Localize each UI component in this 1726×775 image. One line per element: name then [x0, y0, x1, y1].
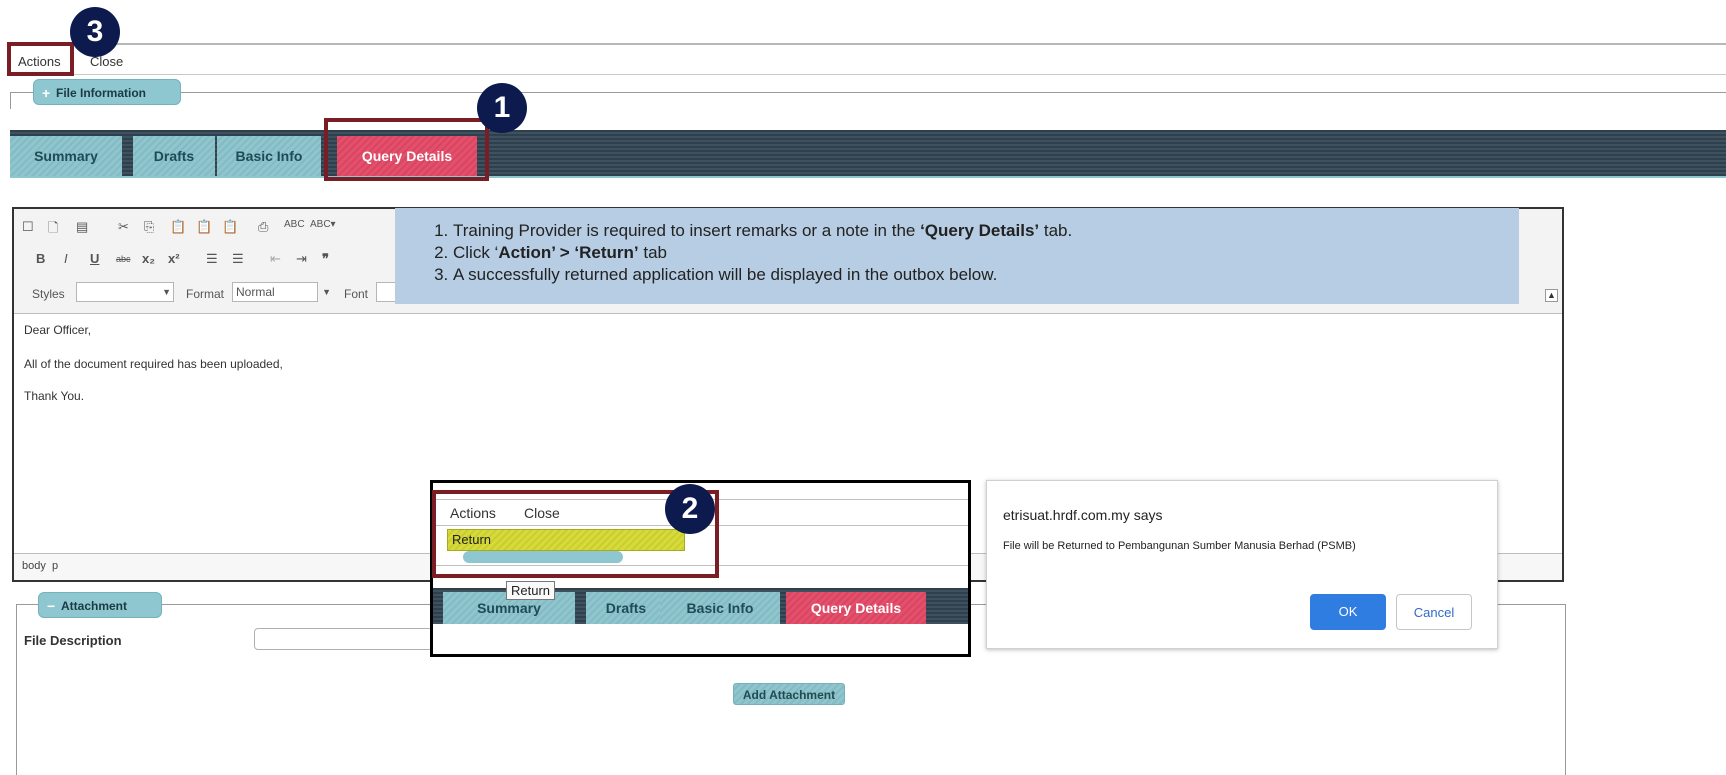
paste-text-icon[interactable]: 📋: [196, 219, 212, 235]
file-description-input[interactable]: [254, 628, 434, 650]
template-icon[interactable]: ▤: [76, 219, 88, 235]
tab-basic-info[interactable]: Basic Info: [217, 136, 321, 176]
path-body[interactable]: body: [22, 560, 46, 572]
highlight-actions: [7, 42, 74, 76]
highlight-query-details: [324, 118, 489, 181]
subscript-icon[interactable]: x₂: [142, 251, 155, 266]
editor-line-2[interactable]: All of the document required has been up…: [24, 357, 283, 371]
add-attachment-button[interactable]: Add Attachment: [733, 683, 845, 705]
instruction-list: Training Provider is required to insert …: [395, 208, 1519, 286]
numbered-list-icon[interactable]: ☰: [206, 251, 218, 267]
instruction-1: Training Provider is required to insert …: [453, 220, 1519, 242]
step-badge-2: 2: [665, 484, 715, 534]
tab-bar: Summary Drafts Basic Info Query Details: [10, 130, 1726, 176]
indent-icon[interactable]: ⇥: [296, 251, 307, 267]
italic-icon[interactable]: I: [64, 251, 68, 266]
dialog-message: File will be Returned to Pembangunan Sum…: [1003, 540, 1356, 552]
instruction-3: A successfully returned application will…: [453, 264, 1519, 286]
instruction-2: Click ‘Action’ > ‘Return’ tab: [453, 242, 1519, 264]
chevron-down-icon: ▼: [162, 287, 171, 297]
print-icon[interactable]: ⎙: [258, 219, 268, 235]
styles-label: Styles: [32, 287, 65, 301]
source-icon[interactable]: ☐: [22, 219, 34, 235]
preview-icon[interactable]: 🗋: [48, 219, 58, 241]
inset-tab-basic-info[interactable]: Basic Info: [660, 592, 780, 624]
confirm-dialog: etrisuat.hrdf.com.my says File will be R…: [986, 480, 1498, 649]
strikethrough-icon[interactable]: abc: [116, 254, 131, 264]
minus-icon: −: [47, 598, 56, 614]
paste-word-icon[interactable]: 📋: [222, 219, 238, 235]
underline-icon[interactable]: U: [90, 251, 99, 266]
bold-icon[interactable]: B: [36, 251, 45, 266]
inset-tab-drafts[interactable]: Drafts: [586, 592, 666, 624]
copy-icon[interactable]: ⎘: [144, 219, 154, 235]
instruction-callout: Training Provider is required to insert …: [395, 208, 1519, 304]
paste-icon[interactable]: 📋: [170, 219, 186, 235]
plus-icon: +: [42, 85, 51, 101]
bullet-list-icon[interactable]: ☰: [232, 251, 244, 267]
tab-drafts[interactable]: Drafts: [133, 136, 215, 176]
spellcheck-dropdown-icon[interactable]: ABC▾: [310, 219, 336, 230]
tab-underline: [10, 176, 1726, 178]
font-label: Font: [344, 287, 369, 301]
outdent-icon[interactable]: ⇤: [270, 251, 281, 267]
file-info-label: File Information: [56, 86, 146, 100]
editor-line-1[interactable]: Dear Officer,: [24, 323, 91, 337]
cut-icon[interactable]: ✂: [118, 219, 129, 235]
chevron-down-icon: ▼: [322, 287, 331, 297]
ok-button[interactable]: OK: [1310, 594, 1386, 630]
format-label: Format: [186, 287, 225, 301]
superscript-icon[interactable]: x²: [168, 251, 180, 266]
dialog-title: etrisuat.hrdf.com.my says: [1003, 507, 1163, 523]
menu-bar: Actions Close: [10, 43, 1726, 75]
attachment-toggle[interactable]: − Attachment: [38, 592, 162, 618]
file-info-toggle[interactable]: + File Information: [33, 79, 181, 105]
format-value: Normal: [236, 285, 275, 299]
file-info-fieldset: [10, 92, 1726, 109]
return-tooltip: Return: [506, 581, 556, 600]
step-badge-1: 1: [477, 83, 527, 133]
blockquote-icon[interactable]: ❞: [322, 251, 329, 267]
file-description-label: File Description: [24, 633, 122, 648]
inset-tab-query-details[interactable]: Query Details: [786, 592, 926, 624]
styles-select[interactable]: ▼: [76, 282, 174, 302]
spellcheck-icon[interactable]: ABC: [284, 219, 305, 230]
attachment-label: Attachment: [61, 599, 128, 613]
toolbar-collapse-icon[interactable]: ▲: [1545, 289, 1558, 302]
path-p[interactable]: p: [52, 560, 58, 572]
tab-summary[interactable]: Summary: [10, 136, 122, 176]
editor-line-3[interactable]: Thank You.: [24, 389, 84, 403]
format-select[interactable]: Normal ▼: [232, 282, 331, 302]
step-badge-3: 3: [70, 7, 120, 57]
cancel-button[interactable]: Cancel: [1396, 594, 1472, 630]
